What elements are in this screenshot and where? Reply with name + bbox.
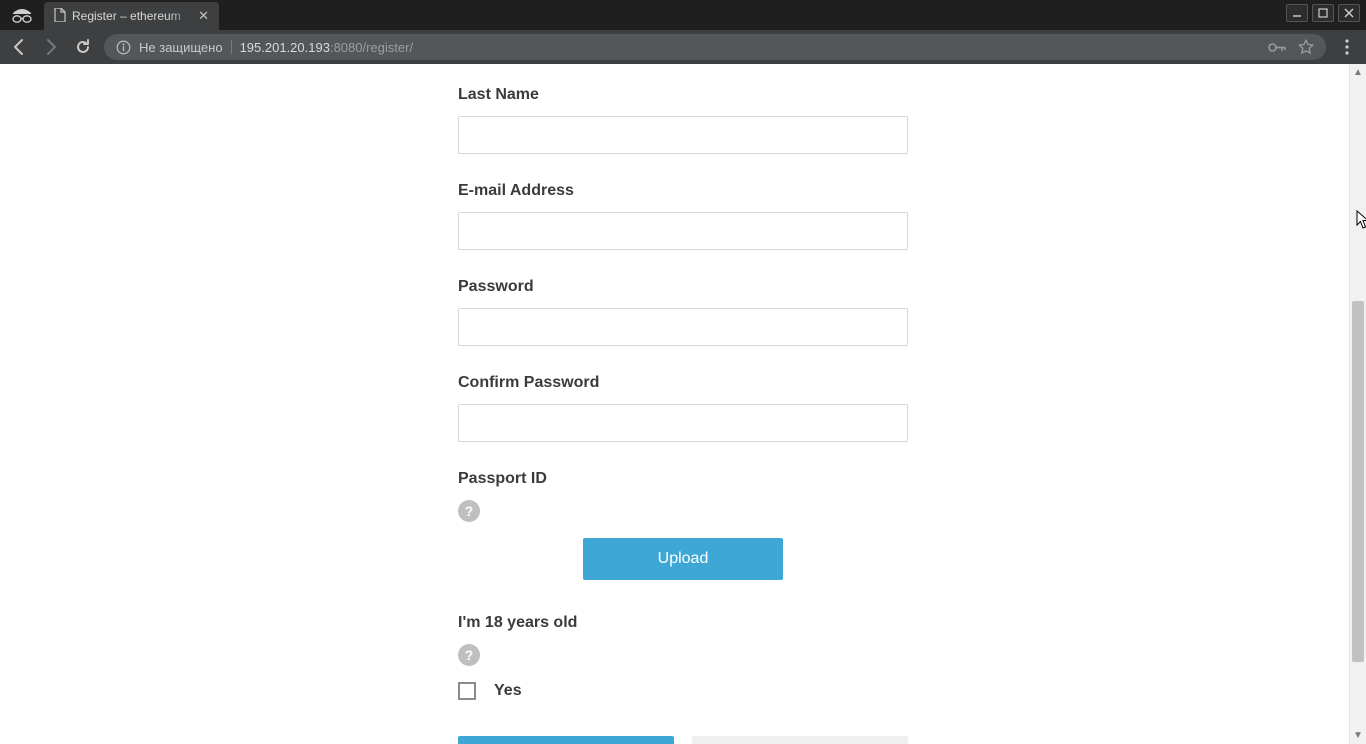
confirm-password-input[interactable] [458, 404, 908, 442]
help-icon[interactable]: ? [458, 644, 480, 666]
scroll-up-arrow[interactable]: ▲ [1350, 64, 1366, 81]
browser-chrome: Register – ethereum ✕ [0, 0, 1366, 64]
key-icon[interactable] [1268, 42, 1286, 53]
email-label: E-mail Address [458, 182, 908, 200]
passport-id-field: Passport ID ? Upload [458, 470, 908, 580]
register-form: Last Name E-mail Address Password Confir… [458, 64, 908, 744]
password-label: Password [458, 278, 908, 296]
cursor-icon [1356, 210, 1366, 230]
tab-strip: Register – ethereum ✕ [0, 0, 1366, 30]
window-close-button[interactable] [1338, 4, 1360, 22]
active-tab[interactable]: Register – ethereum ✕ [44, 2, 219, 30]
upload-button[interactable]: Upload [583, 538, 783, 580]
reload-button[interactable] [72, 36, 94, 58]
last-name-label: Last Name [458, 86, 908, 104]
tab-title: Register – ethereum [72, 9, 194, 23]
scroll-thumb[interactable] [1352, 301, 1364, 663]
email-field: E-mail Address [458, 182, 908, 250]
address-bar[interactable]: Не защищено 195.201.20.193:8080/register… [104, 34, 1326, 60]
forward-button[interactable] [40, 36, 62, 58]
confirm-password-label: Confirm Password [458, 374, 908, 392]
page-icon [54, 8, 66, 25]
scroll-down-arrow[interactable]: ▼ [1350, 727, 1366, 744]
window-controls [1286, 4, 1360, 22]
register-button[interactable]: Register [458, 736, 674, 744]
password-input[interactable] [458, 308, 908, 346]
incognito-icon [0, 0, 44, 30]
window-minimize-button[interactable] [1286, 4, 1308, 22]
separator [231, 40, 232, 54]
back-button[interactable] [8, 36, 30, 58]
toolbar: Не защищено 195.201.20.193:8080/register… [0, 30, 1366, 64]
confirm-password-field: Confirm Password [458, 374, 908, 442]
url-host: 195.201.20.193 [240, 40, 330, 55]
window-maximize-button[interactable] [1312, 4, 1334, 22]
url-display: 195.201.20.193:8080/register/ [240, 40, 413, 55]
email-input[interactable] [458, 212, 908, 250]
vertical-scrollbar[interactable]: ▲ ▼ [1349, 64, 1366, 744]
last-name-input[interactable] [458, 116, 908, 154]
last-name-field: Last Name [458, 86, 908, 154]
form-actions: Register Login [458, 736, 908, 744]
passport-id-label: Passport ID [458, 470, 908, 488]
page-viewport: Last Name E-mail Address Password Confir… [0, 64, 1366, 744]
tab-close-icon[interactable]: ✕ [198, 8, 209, 24]
security-status: Не защищено [139, 40, 223, 55]
scroll-track[interactable] [1350, 81, 1366, 727]
help-icon[interactable]: ? [458, 500, 480, 522]
browser-menu-button[interactable] [1336, 39, 1358, 55]
age-confirmation-field: I'm 18 years old ? Yes [458, 614, 908, 700]
login-button[interactable]: Login [692, 736, 908, 744]
bookmark-star-icon[interactable] [1298, 39, 1314, 55]
age-checkbox[interactable] [458, 682, 476, 700]
password-field: Password [458, 278, 908, 346]
info-icon[interactable] [116, 40, 131, 55]
url-path: :8080/register/ [330, 40, 413, 55]
age-confirmation-label: I'm 18 years old [458, 614, 908, 632]
age-checkbox-label: Yes [494, 682, 522, 700]
